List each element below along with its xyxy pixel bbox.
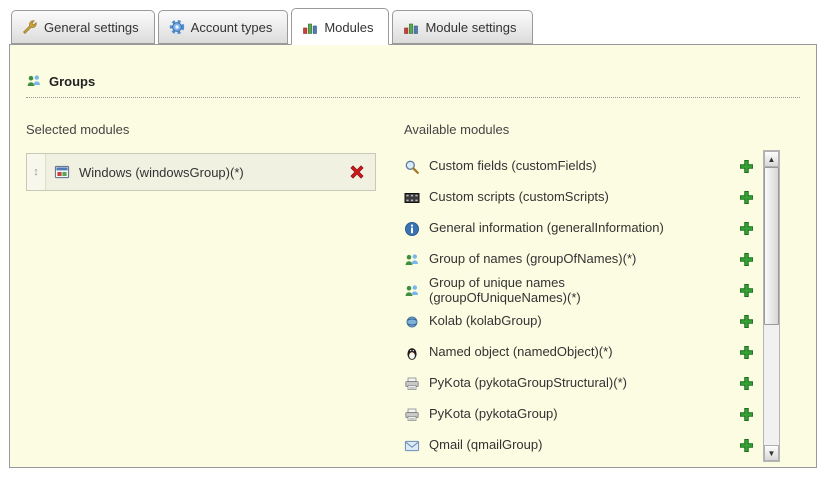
available-modules-column: Available modules Custom fields (customF…	[404, 122, 800, 461]
available-module-row: General information (generalInformation)	[404, 213, 754, 244]
module-label: Group of unique names (groupOfUniqueName…	[429, 276, 581, 306]
info-icon	[404, 221, 420, 237]
printer-icon	[404, 407, 420, 423]
kolab-icon	[404, 314, 420, 330]
add-module-button[interactable]	[739, 283, 754, 298]
mail-icon	[404, 438, 420, 454]
module-label: Custom scripts (customScripts)	[429, 190, 609, 205]
wrench-icon	[22, 19, 38, 35]
tab-label: Account types	[191, 20, 273, 35]
module-label: Kolab (kolabGroup)	[429, 314, 542, 329]
module-label: Custom fields (customFields)	[429, 159, 597, 174]
tab-general-settings[interactable]: General settings	[11, 10, 155, 44]
add-module-button[interactable]	[739, 407, 754, 422]
add-module-button[interactable]	[739, 438, 754, 453]
available-module-row: Kolab (kolabGroup)	[404, 306, 754, 337]
printer-icon	[404, 376, 420, 392]
section-header: Groups	[26, 73, 800, 98]
groups-icon	[26, 73, 42, 89]
module-label: Named object (namedObject)(*)	[429, 345, 613, 360]
available-module-row: PyKota (pykotaGroup)	[404, 399, 754, 430]
available-module-row: Custom fields (customFields)	[404, 151, 754, 182]
section-title: Groups	[49, 74, 95, 89]
drag-handle-icon[interactable]: ↕	[27, 154, 46, 190]
tab-module-settings[interactable]: Module settings	[392, 10, 532, 44]
tab-account-types[interactable]: Account types	[158, 10, 289, 44]
scrollbar[interactable]: ▲ ▼	[763, 150, 780, 462]
available-module-row: Qmail (qmailGroup)	[404, 430, 754, 461]
available-module-row: Group of names (groupOfNames)(*)	[404, 244, 754, 275]
available-module-row: Custom scripts (customScripts)	[404, 182, 754, 213]
module-label: Group of names (groupOfNames)(*)	[429, 252, 636, 267]
windows-icon	[54, 164, 70, 180]
add-module-button[interactable]	[739, 159, 754, 174]
scroll-up-button[interactable]: ▲	[764, 151, 779, 167]
available-modules-list: Custom fields (customFields) Custom scri…	[404, 151, 754, 461]
group-icon	[404, 283, 420, 299]
available-modules-heading: Available modules	[404, 122, 754, 137]
penguin-icon	[404, 345, 420, 361]
content-panel: Groups Selected modules ↕ Windows (windo…	[9, 44, 817, 468]
module-label: Qmail (qmailGroup)	[429, 438, 542, 453]
available-module-row: Named object (namedObject)(*)	[404, 337, 754, 368]
tab-label: Modules	[324, 20, 373, 35]
add-module-button[interactable]	[739, 190, 754, 205]
add-module-button[interactable]	[739, 221, 754, 236]
selected-modules-heading: Selected modules	[26, 122, 404, 137]
selected-modules-column: Selected modules ↕ Windows (windowsGroup…	[26, 122, 404, 461]
filmstrip-icon	[404, 190, 420, 206]
magnifier-icon	[404, 159, 420, 175]
add-module-button[interactable]	[739, 376, 754, 391]
scrollbar-thumb[interactable]	[764, 167, 779, 325]
group-icon	[404, 252, 420, 268]
available-module-row: Group of unique names (groupOfUniqueName…	[404, 275, 754, 306]
module-label: General information (generalInformation)	[429, 221, 664, 236]
scroll-down-button[interactable]: ▼	[764, 445, 779, 461]
add-module-button[interactable]	[739, 314, 754, 329]
add-module-button[interactable]	[739, 252, 754, 267]
module-label: PyKota (pykotaGroupStructural)(*)	[429, 376, 627, 391]
tab-bar: General settings Account types Modules M…	[0, 0, 826, 44]
tab-modules[interactable]: Modules	[291, 8, 389, 45]
add-module-button[interactable]	[739, 345, 754, 360]
selected-module-row: ↕ Windows (windowsGroup)(*)	[26, 153, 376, 191]
module-label: Windows (windowsGroup)(*)	[79, 165, 244, 180]
module-label: PyKota (pykotaGroup)	[429, 407, 558, 422]
lam-config-window: General settings Account types Modules M…	[0, 0, 826, 468]
tab-label: General settings	[44, 20, 139, 35]
bar-chart-icon	[403, 19, 419, 35]
modules-columns: Selected modules ↕ Windows (windowsGroup…	[26, 122, 800, 461]
gear-icon	[169, 19, 185, 35]
tab-label: Module settings	[425, 20, 516, 35]
bar-chart-icon	[302, 19, 318, 35]
available-module-row: PyKota (pykotaGroupStructural)(*)	[404, 368, 754, 399]
remove-module-button[interactable]	[349, 164, 365, 180]
